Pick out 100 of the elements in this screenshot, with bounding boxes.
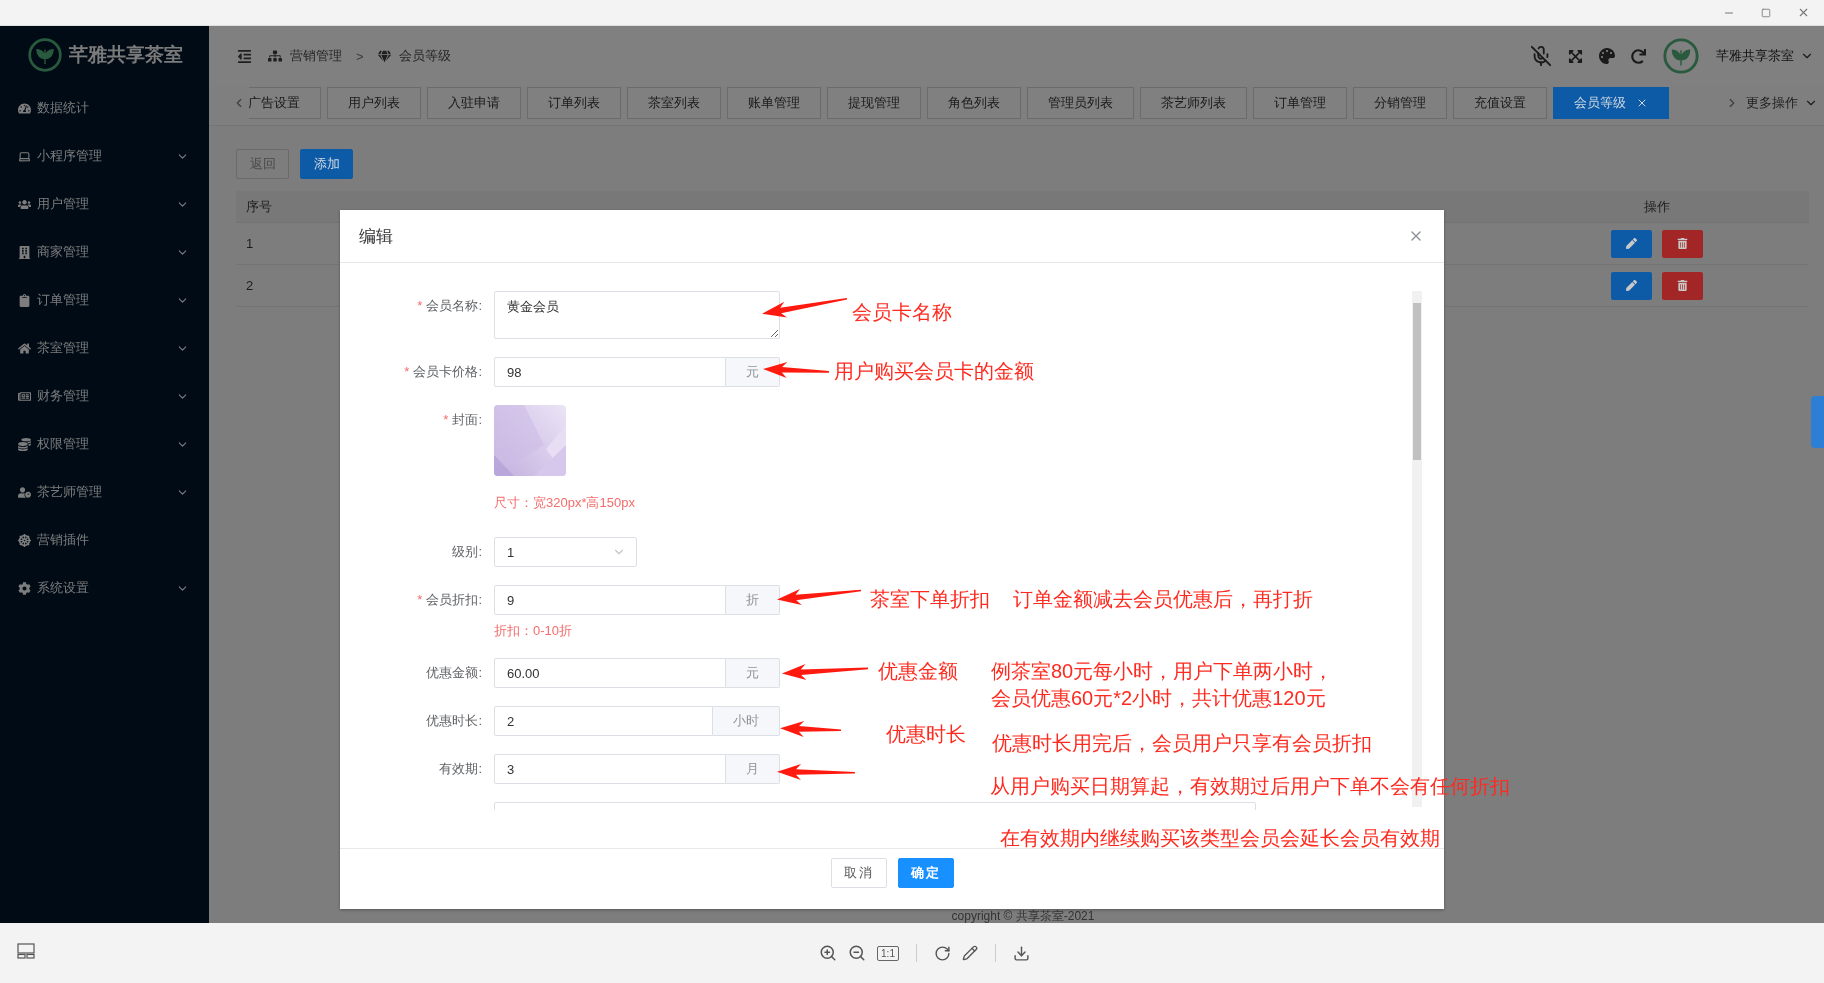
field-label: 优惠时长:	[425, 712, 482, 730]
level-select[interactable]: 1	[494, 537, 637, 567]
annotation-text: 优惠金额	[878, 659, 958, 683]
sidebar-item[interactable]: 数据统计	[0, 84, 209, 132]
user-name[interactable]: 芊雅共享茶室	[1716, 47, 1794, 65]
annotation-text: 会员卡名称	[852, 300, 952, 324]
refresh-icon[interactable]	[1631, 48, 1646, 64]
sidebar-item[interactable]: 系统设置	[0, 564, 209, 612]
pen-icon	[1625, 238, 1637, 249]
unit-addon: 元	[726, 658, 780, 688]
unit-addon: 元	[726, 357, 780, 387]
copyright-text: copyright © 共享茶室-2021	[950, 910, 1096, 923]
sidebar-item[interactable]: 权限管理	[0, 420, 209, 468]
input-field[interactable]: 98	[494, 357, 726, 387]
annotation-text: 订单金额减去会员优惠后，再打折	[1013, 587, 1313, 611]
sidebar-item[interactable]: 茶室管理	[0, 324, 209, 372]
close-icon[interactable]	[1797, 6, 1810, 19]
field-label: 级别:	[451, 543, 482, 561]
tab[interactable]: 管理员列表	[1027, 87, 1134, 119]
user-clock-icon	[18, 485, 31, 499]
unit-addon: 小时	[713, 706, 780, 736]
zoom-in-button[interactable]	[819, 944, 838, 962]
gem-icon	[377, 49, 391, 63]
tab[interactable]: 充值设置	[1453, 87, 1547, 119]
rotate-button[interactable]	[933, 944, 951, 962]
input-field[interactable]: 2	[494, 706, 713, 736]
coins-icon	[18, 437, 31, 451]
house-icon	[18, 341, 31, 355]
confirm-button[interactable]: 确定	[897, 858, 954, 888]
sidebar-item[interactable]: 商家管理	[0, 228, 209, 276]
hint-text: 折扣：0-10折	[494, 622, 574, 640]
field-label: * 会员名称:	[416, 297, 482, 315]
more-actions-menu[interactable]: 更多操作	[1742, 87, 1824, 119]
edit-button[interactable]	[1610, 229, 1652, 258]
annotation-text: 例茶室80元每小时，用户下单两小时，	[991, 659, 1334, 683]
breadcrumb-current: 会员等级	[398, 47, 451, 65]
settings-icon	[18, 581, 31, 595]
add-button[interactable]: 添加	[300, 149, 353, 179]
column-header: 操作	[1642, 197, 1671, 216]
input-field[interactable]: 9	[494, 585, 726, 615]
fullscreen-icon[interactable]	[1568, 48, 1583, 64]
field-label: * 会员折扣:	[416, 591, 482, 609]
annotation-text: 优惠时长用完后，会员用户只享有会员折扣	[992, 731, 1372, 755]
delete-button[interactable]	[1661, 271, 1703, 300]
actual-size-button[interactable]: 1:1	[877, 945, 899, 961]
dashboard-icon	[18, 101, 31, 115]
logo-icon	[26, 37, 63, 73]
sidebar-item[interactable]: 订单管理	[0, 276, 209, 324]
mic-off-icon[interactable]	[1530, 45, 1552, 67]
unit-addon: 折	[726, 585, 780, 615]
tab[interactable]: 订单列表	[527, 87, 621, 119]
member-name-field[interactable]: 黄金会员	[494, 291, 780, 339]
maximize-icon[interactable]	[1761, 7, 1771, 18]
cancel-button[interactable]: 取消	[830, 858, 887, 888]
unit-addon: 月	[726, 754, 780, 784]
pen-icon	[1625, 280, 1637, 291]
menu-icon[interactable]	[237, 48, 252, 64]
newspaper-icon	[18, 389, 31, 403]
laptop-icon	[18, 149, 31, 163]
trash-icon	[1676, 238, 1688, 249]
download-button[interactable]	[1012, 944, 1030, 962]
field-label: 优惠金额:	[425, 664, 482, 682]
sidebar-item[interactable]: 用户管理	[0, 180, 209, 228]
sidebar-item[interactable]: 茶艺师管理	[0, 468, 209, 516]
delete-button[interactable]	[1661, 229, 1703, 258]
tab[interactable]: 入驻申请	[427, 87, 521, 119]
tab[interactable]: 茶室列表	[627, 87, 721, 119]
breadcrumb-link[interactable]: 营销管理	[290, 47, 342, 65]
input-field[interactable]: 3	[494, 754, 726, 784]
table-cell-text: 2	[245, 278, 255, 293]
tab[interactable]: 茶艺师列表	[1140, 87, 1247, 119]
sidebar-item[interactable]: 财务管理	[0, 372, 209, 420]
field-label: * 会员卡价格:	[403, 363, 482, 381]
trash-icon	[1676, 280, 1688, 291]
tab[interactable]: 用户列表	[327, 87, 421, 119]
tab[interactable]: 角色列表	[927, 87, 1021, 119]
wheel-icon	[18, 533, 31, 547]
zoom-out-button[interactable]	[848, 944, 867, 962]
field-label: * 封面:	[442, 411, 482, 429]
panel-icon[interactable]	[17, 943, 35, 959]
close-icon[interactable]	[1636, 97, 1648, 109]
building-icon	[18, 245, 31, 259]
sidebar-item[interactable]: 营销插件	[0, 516, 209, 564]
input-field[interactable]: 60.00	[494, 658, 726, 688]
breadcrumb-separator: >	[356, 48, 364, 64]
sidebar-item[interactable]: 小程序管理	[0, 132, 209, 180]
tab[interactable]: 广告设置	[249, 87, 321, 119]
annotation-text: 在有效期内继续购买该类型会员会延长会员有效期	[1000, 826, 1440, 850]
edit-button[interactable]	[1610, 271, 1652, 300]
field-label: 有效期:	[438, 760, 482, 778]
hint-text: 尺寸：宽320px*高150px	[494, 494, 635, 512]
brand-name: 芊雅共享茶室	[68, 43, 183, 67]
tab[interactable]: 提现管理	[827, 87, 921, 119]
sitemap-icon	[268, 49, 282, 63]
tab[interactable]: 订单管理	[1253, 87, 1347, 119]
tab[interactable]: 分销管理	[1353, 87, 1447, 119]
palette-icon[interactable]	[1599, 48, 1615, 64]
tab[interactable]: 账单管理	[727, 87, 821, 119]
tab[interactable]: 会员等级	[1553, 87, 1669, 119]
edit-button[interactable]	[961, 945, 978, 961]
